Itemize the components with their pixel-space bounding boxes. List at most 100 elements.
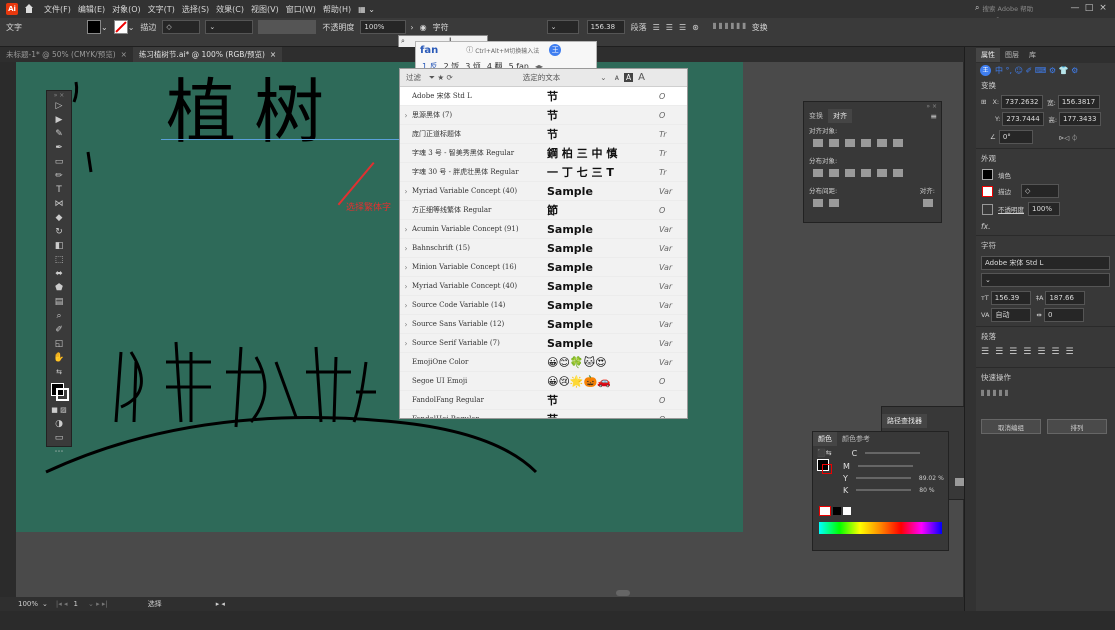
status-menu-icon[interactable]: ▸ ◂ <box>216 600 225 608</box>
menu-edit[interactable]: 编辑(E) <box>78 4 105 15</box>
font-size-input[interactable]: 156.38 <box>586 20 625 34</box>
horizontal-scrollbar[interactable] <box>616 590 630 596</box>
font-list-item[interactable]: FandolHei Regular 节O <box>400 410 687 418</box>
pen-tool-icon[interactable]: ✒ <box>47 141 71 155</box>
transform-label[interactable]: 变换 <box>752 22 768 33</box>
kerning-input[interactable]: 自动 <box>991 308 1032 322</box>
align-left-icon[interactable] <box>813 139 823 147</box>
font-list-item[interactable]: › Acumin Variable Concept (91) Sample Var <box>400 220 687 239</box>
close-icon[interactable]: × <box>121 50 127 59</box>
width-tool-icon[interactable]: ⋈ <box>47 197 71 211</box>
rectangle-tool-icon[interactable]: ▭ <box>47 155 71 169</box>
tab-layers[interactable]: 图层 <box>1000 48 1024 62</box>
menu-help[interactable]: 帮助(H) <box>323 4 351 15</box>
brush-select[interactable] <box>258 20 317 34</box>
distribute-vcenter-icon[interactable] <box>829 169 839 177</box>
expand-chevron-icon[interactable]: › <box>400 244 412 253</box>
rotate-tool-icon[interactable]: ↻ <box>47 225 71 239</box>
distribute-bottom-icon[interactable] <box>845 169 855 177</box>
distribute-top-icon[interactable] <box>813 169 823 177</box>
y-slider[interactable] <box>855 477 911 479</box>
expand-chevron-icon[interactable]: › <box>400 187 412 196</box>
stroke-swatch[interactable] <box>113 20 128 34</box>
font-list-item[interactable]: EmojiOne Color 😀😊🍀🐱😍 Var <box>400 353 687 372</box>
zoom-tool-icon[interactable]: ⌕ <box>47 309 71 323</box>
align-center-icon[interactable]: ☰ <box>666 23 673 32</box>
leading-input[interactable]: 187.66 <box>1045 291 1086 305</box>
stroke-width-input[interactable]: ◇ <box>1021 184 1059 198</box>
font-style-select[interactable]: ⌄ <box>981 273 1110 287</box>
menu-select[interactable]: 选择(S) <box>182 4 209 15</box>
expand-chevron-icon[interactable]: › <box>400 263 412 272</box>
free-transform-tool-icon[interactable]: ⬚ <box>47 253 71 267</box>
draw-mode-icon[interactable]: ◑ <box>47 417 71 431</box>
k-slider[interactable] <box>856 489 912 491</box>
font-list-item[interactable]: 庞门正道标题体 节 Tr <box>400 125 687 144</box>
small-a-icon[interactable]: ᴀ <box>615 73 619 82</box>
artboard-number[interactable]: 1 <box>74 600 78 608</box>
font-family-select[interactable]: Adobe 宋体 Std L <box>981 256 1110 270</box>
ime-logo-icon[interactable]: 王 <box>980 64 991 76</box>
large-a-icon[interactable]: A <box>638 72 645 83</box>
font-list-item[interactable]: › Myriad Variable Concept (40) Sample Var <box>400 182 687 201</box>
filter-icon[interactable]: ⏷ ★ ⟳ <box>429 73 453 83</box>
font-size-input[interactable]: 156.39 <box>990 291 1031 305</box>
more-tools-icon[interactable]: ⋯ <box>47 445 71 459</box>
font-list-item[interactable]: 字魂 30 号 - 胖虎壮黑体 Regular 一 丁 七 三 T Tr <box>400 163 687 182</box>
spacing-v-icon[interactable] <box>813 199 823 207</box>
tab-libraries[interactable]: 库 <box>1024 48 1041 62</box>
justify-center-icon[interactable]: ☰ <box>1037 347 1045 357</box>
menu-type[interactable]: 文字(T) <box>148 4 175 15</box>
align-hcenter-icon[interactable] <box>829 139 839 147</box>
align-top-icon[interactable] <box>861 139 871 147</box>
fill-stroke-mini-icon[interactable]: ⬛⇆ <box>817 449 832 457</box>
selection-tool-icon[interactable]: ▷ <box>47 99 71 113</box>
swap-colors-icon[interactable]: ⇆ <box>47 365 71 379</box>
para-label[interactable]: 段落 <box>631 22 647 33</box>
distribute-left-icon[interactable] <box>861 169 871 177</box>
expand-chevron-icon[interactable]: › <box>400 111 412 120</box>
tab-properties[interactable]: 属性 <box>976 48 1000 62</box>
align-objects-icon[interactable]: ⫴ ⫴ ⫴ ⫴ ⫴ ⫴ <box>713 22 746 32</box>
k-value[interactable]: 80 <box>919 487 927 494</box>
ungroup-button[interactable]: 取消编组 <box>981 419 1041 434</box>
mesh-tool-icon[interactable]: ▤ <box>47 295 71 309</box>
white-swatch-icon[interactable] <box>843 507 851 515</box>
magic-wand-tool-icon[interactable]: ✎ <box>47 127 71 141</box>
a-sample-icon[interactable]: A <box>624 73 634 82</box>
zoom-level[interactable]: 100% <box>18 600 38 608</box>
fx-button[interactable]: fx. <box>981 222 1115 231</box>
expand-chevron-icon[interactable]: › <box>400 282 412 291</box>
stroke-swatch[interactable] <box>982 185 993 197</box>
panel-grip-icon[interactable]: » × <box>47 91 71 99</box>
font-list-item[interactable]: 方正细等线繁体 Regular 節 O <box>400 201 687 220</box>
recolor-artwork-icon[interactable]: ⊛ <box>692 23 699 32</box>
font-list-item[interactable]: › Source Code Variable (14) Sample Var <box>400 296 687 315</box>
shape-builder-tool-icon[interactable]: ⬌ <box>47 267 71 281</box>
font-list-item[interactable]: Adobe 宋体 Std L 节 O <box>400 87 687 106</box>
chevron-down-icon[interactable]: ⌄ <box>42 600 48 608</box>
chevron-down-icon[interactable]: ⌄ <box>600 73 606 82</box>
type-tool-icon[interactable]: T <box>47 183 71 197</box>
chevron-right-icon[interactable]: › <box>410 23 413 32</box>
screen-mode-icon[interactable]: ▭ <box>47 431 71 445</box>
menu-file[interactable]: 文件(F) <box>44 4 71 15</box>
distribute-hcenter-icon[interactable] <box>877 169 887 177</box>
direct-selection-tool-icon[interactable]: ▶ <box>47 113 71 127</box>
align-bottom-icon[interactable] <box>893 139 903 147</box>
menu-object[interactable]: 对象(O) <box>112 4 141 15</box>
color-spectrum[interactable] <box>819 522 942 534</box>
fill-stroke-swatch-icon[interactable] <box>817 459 832 474</box>
font-list-item[interactable]: › Myriad Variable Concept (40) Sample Var <box>400 277 687 296</box>
align-quick-icon[interactable]: ⫴ ⫴ ⫴ ⫴ ⫴ <box>981 389 1008 399</box>
flip-icon[interactable]: ⊳◁ ⏀ <box>1059 132 1078 142</box>
x-input[interactable]: 737.2632 <box>1001 95 1044 109</box>
artboard-nav-icon[interactable]: |◂ ◂ <box>56 600 68 608</box>
align-center-icon[interactable]: ☰ <box>995 347 1003 357</box>
distribute-right-icon[interactable] <box>893 169 903 177</box>
close-icon[interactable]: × <box>270 50 276 59</box>
font-list-item[interactable]: › 思源黑体 (7) 节 O <box>400 106 687 125</box>
pencil-tool-icon[interactable]: ✏ <box>47 169 71 183</box>
font-list-item[interactable]: › Source Serif Variable (7) Sample Var <box>400 334 687 353</box>
c-slider[interactable] <box>865 452 921 454</box>
